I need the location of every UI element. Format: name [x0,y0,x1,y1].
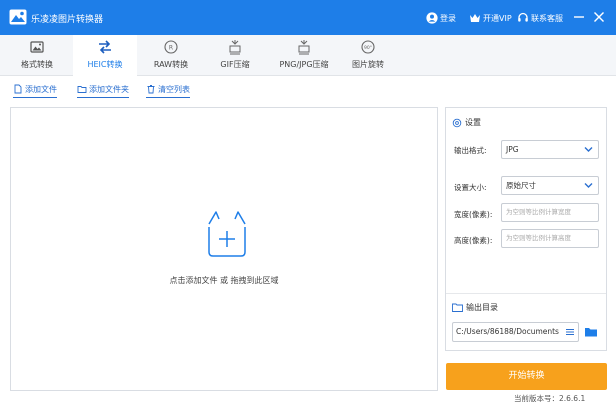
trash-icon [147,85,155,94]
tab-label: HEIC转换 [87,60,123,69]
add-file-bag-icon [208,211,246,257]
tab-label: PNG/JPG压缩 [279,60,329,69]
tool-tabs: 格式转换 HEIC转换 R RAW转换 GIF压缩 PNG/JPG压缩 90° … [0,35,616,76]
folder-icon [77,86,87,93]
output-dir-header: 输出目录 [452,302,498,313]
drop-hint: 点击添加文件 或 拖拽到此区域 [169,276,279,285]
raw-icon: R [164,40,178,54]
gear-icon [452,118,462,127]
file-drop-area[interactable]: 点击添加文件 或 拖拽到此区域 [10,107,438,391]
add-folder-label: 添加文件夹 [89,84,129,94]
width-input[interactable]: 为空则等比例计算宽度 [501,203,599,222]
vip-crown-icon [470,14,480,22]
open-folder-icon[interactable] [584,326,598,338]
gif-compress-icon [229,40,241,55]
contact-label: 联系客服 [531,13,563,23]
start-convert-button[interactable]: 开始转换 [446,363,607,390]
tab-heic-convert[interactable]: HEIC转换 [73,35,137,76]
output-path-value: C:/Users/86188/Documents [456,327,559,336]
chevron-down-icon [584,183,593,188]
tab-label: 图片旋转 [352,60,384,69]
tab-image-rotate[interactable]: 90° 图片旋转 [336,35,400,76]
output-dir-title: 输出目录 [466,303,498,312]
add-folder-button[interactable]: 添加文件夹 [77,82,129,98]
clear-list-label: 清空列表 [158,84,190,94]
swap-arrows-icon [99,40,111,54]
size-select[interactable]: 原始尺寸 [501,176,599,195]
height-label: 高度(像素): [454,236,493,245]
file-icon [14,84,22,94]
tab-png-jpg-compress[interactable]: PNG/JPG压缩 [268,35,340,76]
vip-label: 开通VIP [483,13,512,23]
tab-raw-convert[interactable]: R RAW转换 [139,35,203,76]
close-icon[interactable] [593,11,605,23]
panel-divider [446,293,606,294]
folder-icon [452,303,463,312]
svg-text:R: R [169,45,173,52]
tab-format-convert[interactable]: 格式转换 [5,35,69,76]
title-bar: 乐凌凌图片转换器 登录 开通VIP 联系客服 [0,0,616,35]
tab-gif-compress[interactable]: GIF压缩 [203,35,267,76]
headset-icon [518,12,528,22]
height-input[interactable]: 为空则等比例计算高度 [501,229,599,248]
app-logo-icon [9,9,27,25]
tab-label: 格式转换 [21,60,53,69]
height-placeholder: 为空则等比例计算高度 [506,234,571,242]
size-label: 设置大小: [454,183,487,192]
chevron-down-icon [584,147,593,152]
add-file-button[interactable]: 添加文件 [13,82,57,98]
size-value: 原始尺寸 [506,181,536,190]
minimize-icon[interactable] [573,11,585,23]
tab-label: RAW转换 [153,60,189,69]
tab-label: GIF压缩 [220,60,250,69]
action-bar: 添加文件 添加文件夹 清空列表 [0,76,616,102]
clear-list-button[interactable]: 清空列表 [146,82,190,98]
contact-button[interactable]: 联系客服 [517,11,563,25]
width-label: 宽度(像素): [454,210,493,219]
width-placeholder: 为空则等比例计算宽度 [506,208,571,216]
output-format-value: JPG [506,145,519,154]
app-title: 乐凌凌图片转换器 [31,15,104,25]
vip-button[interactable]: 开通VIP [469,11,512,25]
output-format-select[interactable]: JPG [501,140,599,159]
login-label: 登录 [440,13,456,23]
output-path-field[interactable]: C:/Users/86188/Documents [452,322,579,342]
menu-lines-icon[interactable] [566,328,574,336]
settings-panel: 设置 输出格式: JPG 设置大小: 原始尺寸 宽度(像素): 为空则等比例计算… [445,107,607,351]
user-icon [426,12,438,24]
settings-title: 设置 [465,118,481,127]
svg-text:90°: 90° [364,45,372,51]
version-text: 当前版本号：2.6.6.1 [514,394,586,403]
login-button[interactable]: 登录 [426,11,456,25]
settings-header: 设置 [452,117,481,128]
add-file-label: 添加文件 [25,84,57,94]
png-jpg-compress-icon [298,40,310,55]
output-format-label: 输出格式: [454,146,487,155]
image-convert-icon [30,41,44,53]
rotate-icon: 90° [361,40,375,54]
